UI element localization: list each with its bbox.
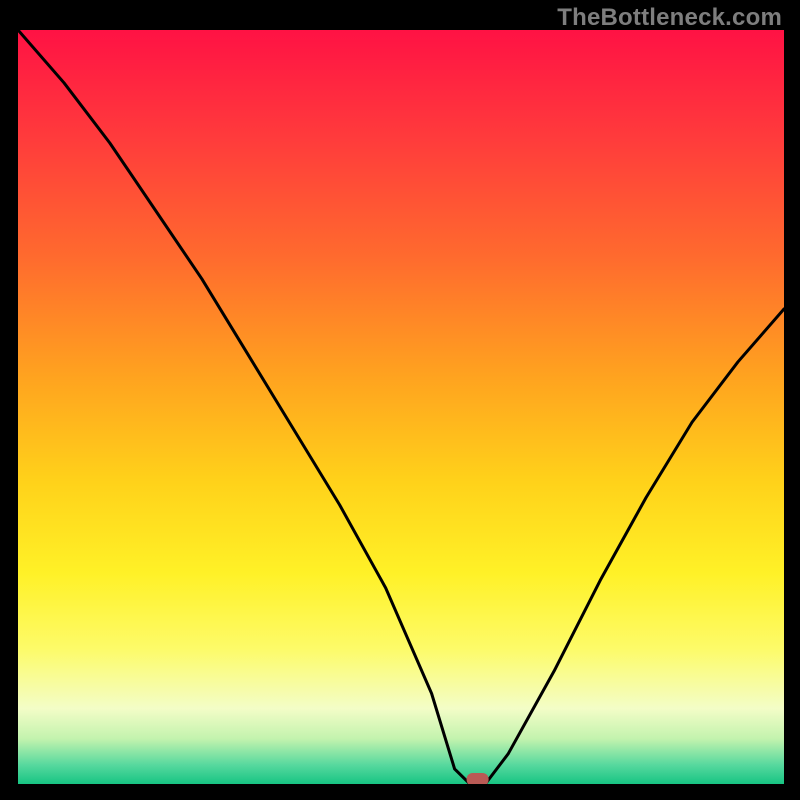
plot-svg: [18, 30, 784, 784]
chart-container: TheBottleneck.com: [0, 0, 800, 800]
watermark-label: TheBottleneck.com: [557, 4, 782, 32]
optimal-marker: [467, 773, 489, 784]
plot-area: [18, 30, 784, 784]
gradient-background: [18, 30, 784, 784]
